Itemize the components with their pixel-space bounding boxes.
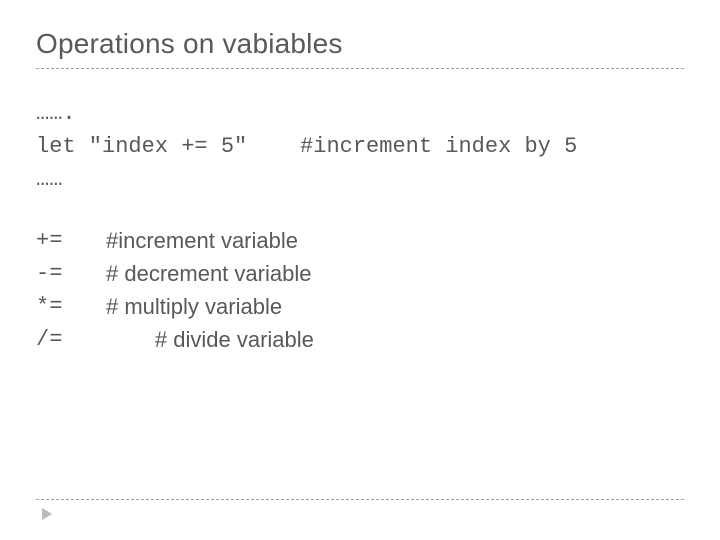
code-line-1: ……. <box>36 101 76 126</box>
slide: Operations on vabiables ……. let "index +… <box>0 0 720 540</box>
operator-desc: # multiply variable <box>106 290 282 323</box>
operator-symbol: -= <box>36 257 106 290</box>
operator-symbol: += <box>36 224 106 257</box>
code-line-3: …… <box>36 167 62 192</box>
list-item: -= # decrement variable <box>36 257 684 290</box>
operator-list: += #increment variable -= # decrement va… <box>36 224 684 356</box>
operator-symbol: *= <box>36 290 106 323</box>
page-title: Operations on vabiables <box>36 28 684 60</box>
operator-desc: #increment variable <box>106 224 298 257</box>
divider-top <box>36 68 684 69</box>
divider-bottom <box>36 499 684 500</box>
code-comment: #increment index by 5 <box>300 134 577 159</box>
operator-desc: # divide variable <box>106 323 314 356</box>
code-let: let "index += 5" <box>36 134 247 159</box>
list-item: *= # multiply variable <box>36 290 684 323</box>
list-item: /= # divide variable <box>36 323 684 356</box>
operator-symbol: /= <box>36 323 106 356</box>
code-example: ……. let "index += 5" #increment index by… <box>36 97 684 196</box>
nav-arrow-icon[interactable] <box>42 508 52 520</box>
operator-desc: # decrement variable <box>106 257 311 290</box>
list-item: += #increment variable <box>36 224 684 257</box>
